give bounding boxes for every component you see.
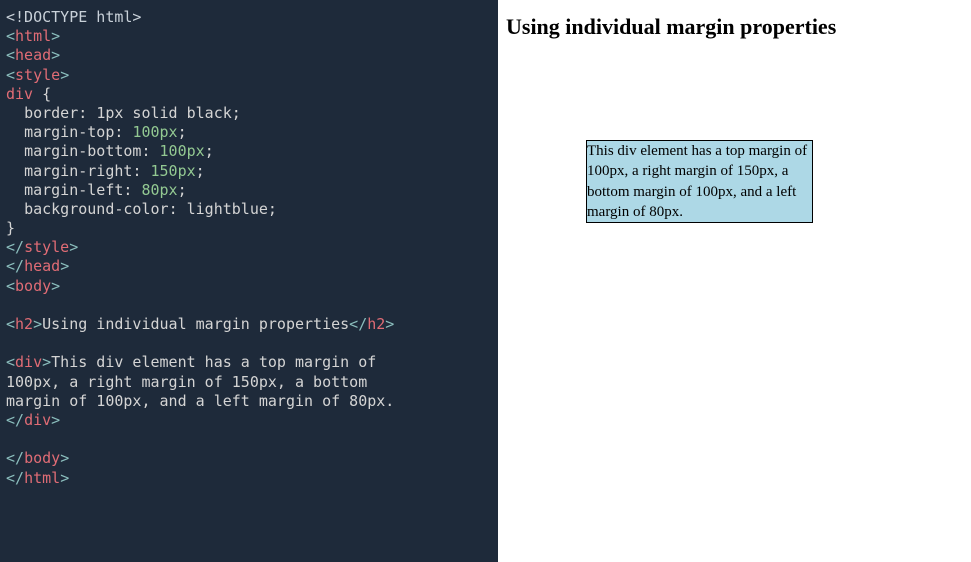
code-selector: div <box>6 85 33 103</box>
code-bracket: </ <box>6 411 24 429</box>
css-prop-value: 1px <box>96 104 123 122</box>
code-bracket: > <box>60 449 69 467</box>
code-div-text-line1: This div element has a top margin of <box>51 353 376 371</box>
code-bracket: < <box>6 315 15 333</box>
code-tag-body-open: body <box>15 277 51 295</box>
code-div-text-line2: 100px, a right margin of 150px, a bottom <box>6 373 367 391</box>
code-bracket: > <box>60 469 69 487</box>
css-prop-value: black <box>178 104 232 122</box>
css-prop-value: 100px <box>132 123 177 141</box>
css-prop-value: 100px <box>160 142 205 160</box>
code-bracket: > <box>60 257 69 275</box>
css-rule: div { border: 1px solid black; margin-to… <box>6 85 277 237</box>
code-editor-panel: <!DOCTYPE html> <html> <head> <style> di… <box>0 0 498 562</box>
code-tag-h2: h2 <box>15 315 33 333</box>
code-tag-head-close: head <box>24 257 60 275</box>
css-prop-value: 150px <box>151 162 196 180</box>
code-brace-open: { <box>33 85 51 103</box>
code-doctype: <!DOCTYPE html> <box>6 8 141 26</box>
code-bracket: < <box>6 27 15 45</box>
css-prop-value: lightblue <box>187 200 268 218</box>
code-h2-text: Using individual margin properties <box>42 315 349 333</box>
code-bracket: > <box>42 353 51 371</box>
code-tag-div: div <box>15 353 42 371</box>
css-props-container: border: 1px solid black; margin-top: 100… <box>6 104 277 218</box>
code-div-text-line3: margin of 100px, and a left margin of 80… <box>6 392 394 410</box>
code-tag-h2-close: h2 <box>367 315 385 333</box>
code-bracket: </ <box>6 449 24 467</box>
code-bracket: </ <box>6 238 24 256</box>
css-prop-name: margin-bottom <box>24 142 141 160</box>
css-prop-name: margin-right <box>24 162 132 180</box>
css-prop-value: solid <box>123 104 177 122</box>
css-prop-name: background-color <box>24 200 169 218</box>
code-bracket: > <box>385 315 394 333</box>
code-bracket: </ <box>6 469 24 487</box>
code-tag-style-open: style <box>15 66 60 84</box>
code-bracket: > <box>51 46 60 64</box>
render-demo-box: This div element has a top margin of 100… <box>586 140 813 223</box>
css-prop-name: border <box>24 104 78 122</box>
render-heading: Using individual margin properties <box>506 14 963 40</box>
css-prop-value: 80px <box>141 181 177 199</box>
css-prop-name: margin-left <box>24 181 123 199</box>
css-prop-name: margin-top <box>24 123 114 141</box>
code-bracket: > <box>69 238 78 256</box>
code-bracket: < <box>6 353 15 371</box>
code-bracket: </ <box>349 315 367 333</box>
code-bracket: > <box>51 27 60 45</box>
code-bracket: > <box>60 66 69 84</box>
code-tag-style-close: style <box>24 238 69 256</box>
code-brace-close: } <box>6 219 15 237</box>
code-bracket: > <box>51 277 60 295</box>
code-bracket: < <box>6 46 15 64</box>
code-bracket: < <box>6 66 15 84</box>
code-tag-div-close: div <box>24 411 51 429</box>
code-tag-html-open: html <box>15 27 51 45</box>
code-tag-body-close: body <box>24 449 60 467</box>
code-bracket: < <box>6 277 15 295</box>
code-tag-html-close: html <box>24 469 60 487</box>
code-bracket: > <box>51 411 60 429</box>
render-preview-panel: Using individual margin properties This … <box>498 0 971 562</box>
code-bracket: > <box>33 315 42 333</box>
code-bracket: </ <box>6 257 24 275</box>
code-tag-head-open: head <box>15 46 51 64</box>
